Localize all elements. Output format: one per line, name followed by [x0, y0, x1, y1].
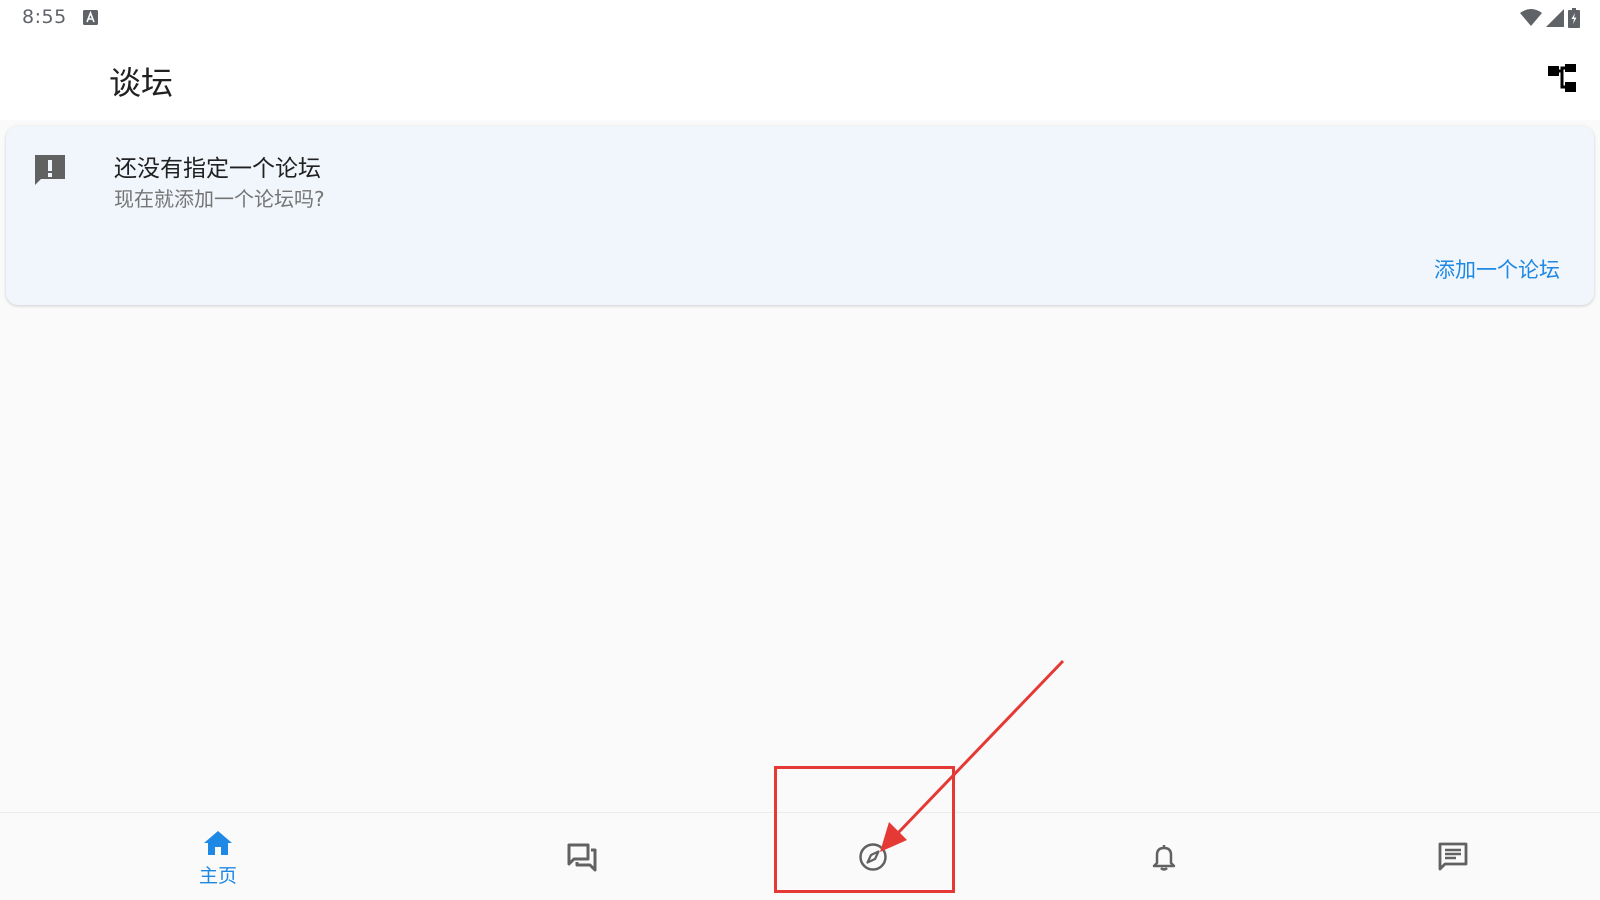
- nav-label-home: 主页: [198, 864, 237, 887]
- keyboard-a-icon: [83, 10, 98, 25]
- status-bar: 8:55: [0, 0, 1600, 36]
- signal-icon: [1546, 9, 1564, 27]
- no-forum-banner: 还没有指定一个论坛 现在就添加一个论坛吗? 添加一个论坛: [6, 126, 1594, 305]
- sitemap-icon: [1548, 64, 1576, 92]
- wifi-icon: [1520, 9, 1542, 26]
- message-icon: [1438, 842, 1468, 871]
- page-title: 谈坛: [109, 64, 174, 102]
- add-forum-button[interactable]: 添加一个论坛: [1434, 254, 1560, 284]
- nav-item-discussions[interactable]: [502, 813, 662, 900]
- alert-message-icon: [35, 155, 65, 185]
- discussions-icon: [567, 843, 597, 872]
- nav-item-messages[interactable]: [1373, 813, 1533, 900]
- bottom-navigation: 主页: [0, 812, 1600, 900]
- bell-icon: [1152, 845, 1176, 871]
- nav-item-explore[interactable]: [793, 813, 953, 900]
- nav-item-home[interactable]: 主页: [138, 813, 298, 900]
- banner-subtitle: 现在就添加一个论坛吗?: [114, 187, 325, 211]
- banner-title: 还没有指定一个论坛: [114, 156, 321, 182]
- sitemap-button[interactable]: [1546, 62, 1578, 94]
- nav-item-notifications[interactable]: [1084, 813, 1244, 900]
- app-screen: 8:55 谈坛 还没有指定一个论坛 现在就添加一个论坛吗? 添加一个论坛 主页: [0, 0, 1600, 900]
- home-icon: [204, 830, 232, 855]
- status-icons: [1520, 8, 1580, 28]
- app-bar: 谈坛: [0, 36, 1600, 120]
- compass-icon: [859, 843, 887, 871]
- battery-charging-icon: [1568, 8, 1580, 28]
- status-time: 8:55: [22, 6, 67, 28]
